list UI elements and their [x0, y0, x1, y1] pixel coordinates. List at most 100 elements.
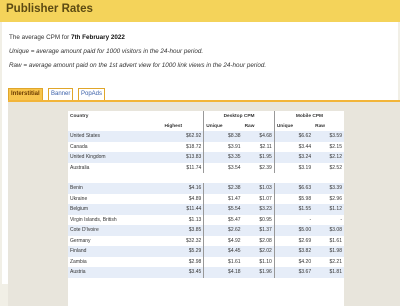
cell-m-unique: $6.63 [273, 183, 314, 194]
cell-d-unique: $3.35 [203, 152, 243, 163]
cell-m-raw: $2.12 [313, 152, 344, 163]
cell-d-unique: $8.38 [203, 131, 243, 142]
table-row: Canada $18.72 $3.91 $2.11 $3.44 $2.15 [68, 141, 344, 152]
desktop-unique-header: Unique [203, 121, 243, 131]
cell-m-raw: $2.96 [329, 195, 342, 202]
cell-m-unique: $5.98 [273, 193, 314, 204]
cell-country: Austria [68, 267, 163, 278]
cell-m-raw: $1.61 [329, 237, 342, 244]
cell-country: Cote D'Ivoire [68, 225, 163, 236]
table-row: Benin $4.16 $2.38 $1.03 $6.63 $3.39 [68, 183, 344, 194]
cell-m-unique: $3.82 [273, 246, 314, 257]
mobile-cpm-header: Mobile CPM [273, 111, 344, 121]
group-spacer [68, 173, 344, 183]
cell-m-unique: $2.69 [273, 235, 314, 246]
cell-d-raw: $3.23 [242, 204, 275, 215]
cell-d-unique: $3.54 [203, 162, 243, 173]
cell-d-raw: $2.02 [242, 246, 275, 257]
cell-country: Belgium [68, 204, 163, 215]
cell-d-unique: $1.47 [203, 193, 243, 204]
unique-definition: Unique = average amount paid for 1000 vi… [9, 48, 204, 55]
cell-m-raw: $1.98 [313, 246, 344, 257]
cell-highest: $4.89 [188, 195, 202, 202]
cell-d-raw: $1.37 [242, 225, 275, 236]
cell-d-raw: $1.96 [242, 267, 275, 278]
table-row: Ukraine $4.89 $1.47 $1.07 $5.98 $2.96 [68, 193, 344, 204]
cell-d-raw: $1.03 [242, 183, 275, 194]
cell-highest: $11.74 [186, 164, 202, 171]
cell-m-raw: $2.21 [329, 258, 342, 265]
country-header: Country [70, 113, 89, 119]
table-row: Zambia $2.98 $1.61 $1.10 $4.20 $2.21 [68, 256, 344, 267]
cell-d-unique: $4.18 [203, 267, 243, 278]
cell-m-raw: $1.81 [313, 267, 344, 278]
cell-country: Ukraine [70, 195, 88, 202]
cell-highest: $3.85 [162, 225, 204, 236]
content-panel: The average CPM for 7th February 2022 Un… [2, 22, 400, 306]
cell-highest: $4.16 [162, 183, 204, 194]
cell-m-raw: $2.52 [329, 164, 342, 171]
cell-d-raw: $0.95 [259, 216, 272, 223]
highest-header: Highest [164, 123, 183, 129]
rates-table-body: United States $62.92 $8.38 $4.68 $6.62 $3.59 C… [68, 131, 344, 278]
cell-highest: $2.98 [188, 258, 202, 265]
cpm-date-prefix: The average CPM for [9, 34, 70, 41]
cell-country: Germany [70, 237, 91, 244]
desktop-raw-header: Raw [244, 123, 255, 129]
rates-table-wrap: Country Desktop CPM Mobile CPM Highest U… [68, 111, 344, 306]
cell-highest: $11.44 [162, 204, 204, 215]
table-row: United States $62.92 $8.38 $4.68 $6.62 $3.59 [68, 131, 344, 142]
cell-m-unique: $3.24 [273, 152, 314, 163]
cell-m-raw: $3.59 [313, 131, 344, 142]
cell-country: Zambia [70, 258, 87, 265]
rate-tabs: Interstitial Banner PopAds [8, 88, 400, 102]
mobile-raw-header: Raw [315, 123, 325, 129]
title-bar: Publisher Rates [0, 0, 400, 22]
table-row: Cote D'Ivoire $3.85 $2.62 $1.37 $5.00 $3.08 [68, 225, 344, 236]
cell-d-raw: $2.11 [259, 143, 272, 150]
rates-box: Country Desktop CPM Mobile CPM Highest U… [8, 102, 400, 306]
cell-country: Benin [68, 183, 163, 194]
tab-banner[interactable]: Banner [48, 88, 74, 100]
cell-d-raw: $1.10 [259, 258, 272, 265]
cell-m-raw: $3.08 [313, 225, 344, 236]
cell-country: United States [68, 131, 163, 142]
cell-highest: $32.32 [185, 237, 202, 244]
cell-country: Virgin Islands, British [70, 216, 117, 223]
cell-d-unique: $1.61 [203, 256, 243, 267]
table-row: Virgin Islands, British $1.13 $5.47 $0.95- - [68, 214, 344, 225]
cell-m-unique: $3.44 [273, 141, 314, 152]
group-spacer-cell [68, 173, 344, 183]
cell-country: Canada [70, 143, 88, 150]
cell-m-raw: - [340, 216, 342, 223]
cell-d-unique: $2.38 [203, 183, 243, 194]
cell-m-raw: $1.12 [313, 204, 344, 215]
table-row: Germany $32.32 $4.92 $2.08 $2.69 $1.61 [68, 235, 344, 246]
table-row: United Kingdom $13.83 $3.35 $1.95 $3.24 $2.12 [68, 152, 344, 163]
cell-d-raw: $1.07 [259, 195, 272, 202]
cell-d-unique: $5.54 [203, 204, 243, 215]
cell-highest: $1.13 [188, 216, 202, 223]
cell-m-unique: $6.62 [273, 131, 314, 142]
raw-definition: Raw = average amount paid on the 1st adv… [9, 62, 267, 69]
cell-m-unique: - [273, 214, 314, 225]
tab-popads[interactable]: PopAds [78, 88, 106, 100]
cell-country: Finland [68, 246, 163, 257]
cell-m-raw: $2.15 [329, 143, 342, 150]
cell-country: United Kingdom [68, 152, 163, 163]
mobile-unique-header: Unique [273, 121, 314, 131]
cell-m-unique: $5.00 [273, 225, 314, 236]
cell-highest: $62.92 [162, 131, 204, 142]
desktop-cpm-header: Desktop CPM [203, 111, 275, 121]
cell-d-unique: $2.62 [203, 225, 243, 236]
empty-header [163, 111, 204, 121]
cell-highest: $5.29 [162, 246, 204, 257]
tab-interstitial[interactable]: Interstitial [8, 88, 43, 100]
cell-m-unique: $3.67 [273, 267, 314, 278]
cpm-date: 7th February 2022 [70, 34, 125, 41]
cell-m-raw: $3.39 [313, 183, 344, 194]
table-row: Austria $3.45 $4.18 $1.96 $3.67 $1.81 [68, 267, 344, 278]
cell-d-unique: $4.45 [203, 246, 243, 257]
cell-m-unique: $4.20 [273, 256, 314, 267]
page-title: Publisher Rates [6, 3, 93, 15]
